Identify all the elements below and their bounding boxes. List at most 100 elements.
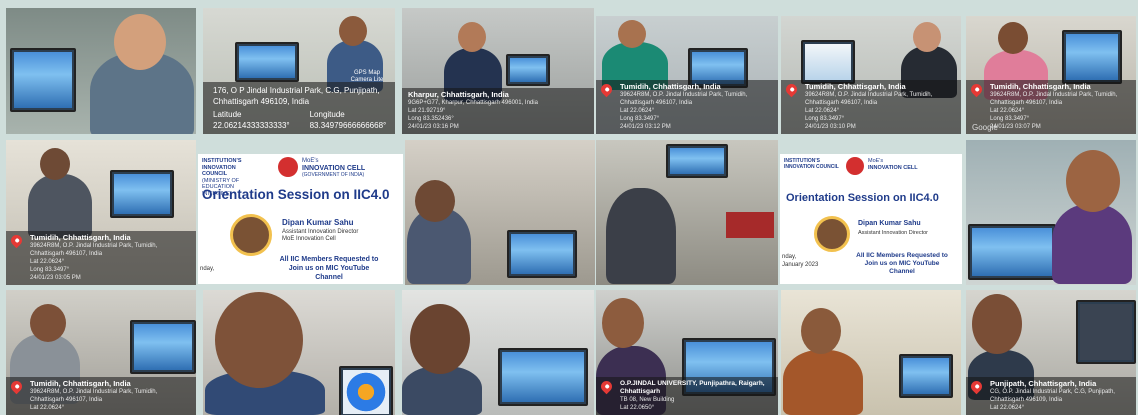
gps-lat: Lat 22.0624° [990,405,1025,411]
speaker-role-1: Assistant Innovation Director [282,229,359,235]
poster-cta: All IIC Members Requested to Join us on … [279,256,379,281]
gps-lat: Lat 22.0624° [805,108,840,114]
person [606,188,676,284]
moe-cell-text: MoE's INNOVATION CELL [868,158,918,171]
moe-cell-logo-icon [846,157,864,175]
person-head [410,304,470,374]
person [1052,204,1132,284]
laptop-screen [130,320,196,374]
gps-address: 39624R8M, O.P. Jindal Industrial Park, T… [30,243,158,257]
gps-caption: O.P.JINDAL UNIVERSITY, Punjipathra, Raig… [596,377,778,415]
gps-lon: Long 83.3497° [805,116,845,122]
person-head [339,16,367,46]
person-head [801,308,841,354]
laptop-screen [1062,30,1122,84]
poster-date: January 2023 [782,262,819,268]
photo-r3c6: Punjipath, Chhattisgarh, India CG, O.P. … [966,290,1136,415]
photo-r1c5: Tumidih, Chhattisgarh, India 39624R8M, O… [781,16,961,134]
map-pin-icon [598,81,615,98]
gps-place: Tumidih, Chhattisgarh, India [805,82,906,91]
poster-cta: All IIC Members Requested to Join us on … [856,252,948,275]
gps-lat: Lat 22.0624° [990,108,1025,114]
laptop-screen [1076,300,1136,364]
photo-r1c2: GPS Map Camera Lite 176, O P Jindal Indu… [203,8,395,134]
laptop-screen [801,40,855,84]
person-head [972,294,1022,354]
iic-logo-text: INSTITUTION'S INNOVATION COUNCIL [784,158,839,170]
poster-title: Orientation Session on IIC4.0 [202,187,390,202]
gps-place: Tumidih, Chhattisgarh, India [30,379,131,388]
moe-cell-logo-icon [278,157,298,177]
photo-r3c4: O.P.JINDAL UNIVERSITY, Punjipathra, Raig… [596,290,778,415]
laptop-screen [498,348,588,406]
gps-time: 24/01/23 03:12 PM [620,124,671,130]
laptop-screen [899,354,953,398]
gps-caption: Tumidih, Chhattisgarh, India 39624R8M, O… [781,80,961,134]
poster-title: Orientation Session on IIC4.0 [786,192,939,204]
gps-caption: Tumidih, Chhattisgarh, India 39624R8M, O… [596,80,778,134]
gps-time: 24/01/23 03:07 PM [990,124,1041,130]
speaker-photo [230,214,272,256]
gps-address: CG, O.P. Jindal Industrial Park, C.G, Pu… [990,389,1115,403]
speaker-name: Dipan Kumar Sahu [858,220,921,227]
person-head [602,298,644,348]
photo-r2c4 [596,140,778,285]
gps-caption: Tumidih, Chhattisgarh, India 39624R8M, O… [6,377,196,415]
gps-address: 39624R8M, O.P. Jindal Industrial Park, T… [990,92,1118,106]
gps-caption: Punjipath, Chhattisgarh, India CG, O.P. … [966,377,1136,415]
gps-place: Tumidih, Chhattisgarh, India [990,82,1091,91]
poster-r2c5: INSTITUTION'S INNOVATION COUNCIL MoE's I… [780,154,962,284]
laptop-screen [507,230,577,278]
speaker-photo [814,216,850,252]
gps-place: Kharpur, Chhattisgarh, India [408,90,509,99]
laptop-screen [339,366,393,415]
gps-address: O.P.JINDAL UNIVERSITY, Punjipathra, Raig… [620,380,765,395]
laptop-screen [506,54,550,86]
google-watermark: Google [972,123,998,132]
photo-r3c3 [402,290,594,415]
photo-r3c2 [203,290,395,415]
gps-lat: Lat 22.0624° [620,108,655,114]
gps-lon: Long 83.3497° [30,267,70,273]
gps-address: 176, O P Jindal Industrial Park, C.G, Pu… [213,86,380,106]
map-pin-icon [8,232,25,249]
poster-day: nday, [200,266,215,272]
gps-address: 39624R8M, O.P. Jindal Industrial Park, T… [620,92,748,106]
gps-address: 39624R8M, O.P. Jindal Industrial Park, T… [805,92,933,106]
laptop-screen [968,224,1056,280]
laptop-screen [10,48,76,112]
map-pin-icon [968,378,985,395]
person-head [458,22,486,52]
photo-r1c1 [6,8,196,134]
latitude-value: 22.06214333333333° [213,121,290,130]
person-head [215,292,303,388]
gps-lat: Lat 22.0650° [620,405,655,411]
photo-r1c6: Tumidih, Chhattisgarh, India 39624R8M, O… [966,16,1136,134]
photo-r1c3: Kharpur, Chhattisgarh, India 9G6P+G77, K… [402,8,594,134]
photo-r2c1: Tumidih, Chhattisgarh, India 39624R8M, O… [6,140,196,285]
gps-extra: TB 08, New Building [620,397,675,403]
gps-place: Tumidih, Chhattisgarh, India [620,82,721,91]
photo-r3c1: Tumidih, Chhattisgarh, India 39624R8M, O… [6,290,196,415]
person-head [1066,150,1120,212]
map-pin-icon [783,81,800,98]
longitude-label: Longitude [309,110,345,119]
photo-collage: GPS Map Camera Lite 176, O P Jindal Indu… [0,0,1138,415]
books [726,212,774,238]
gps-place: Tumidih, Chhattisgarh, India [30,233,131,242]
speaker-role-1: Assistant Innovation Director [858,230,929,236]
person-head [913,22,941,52]
person-head [618,20,646,48]
gps-caption: Kharpur, Chhattisgarh, India 9G6P+G77, K… [402,88,594,134]
speaker-role-2: MoE Innovation Cell [282,236,336,242]
person-head [998,22,1028,54]
gps-lat: Lat 22.0624° [30,259,65,265]
person-head [415,180,455,222]
map-pin-icon [968,81,985,98]
person [28,174,92,238]
gps-time: 24/01/23 03:05 PM [30,275,81,281]
gps-address: 39624R8M, O.P. Jindal Industrial Park, T… [30,389,158,403]
photo-r1c4: Tumidih, Chhattisgarh, India 39624R8M, O… [596,16,778,134]
map-pin-icon [8,378,25,395]
gps-lat: Lat 21.92719° [408,108,446,114]
